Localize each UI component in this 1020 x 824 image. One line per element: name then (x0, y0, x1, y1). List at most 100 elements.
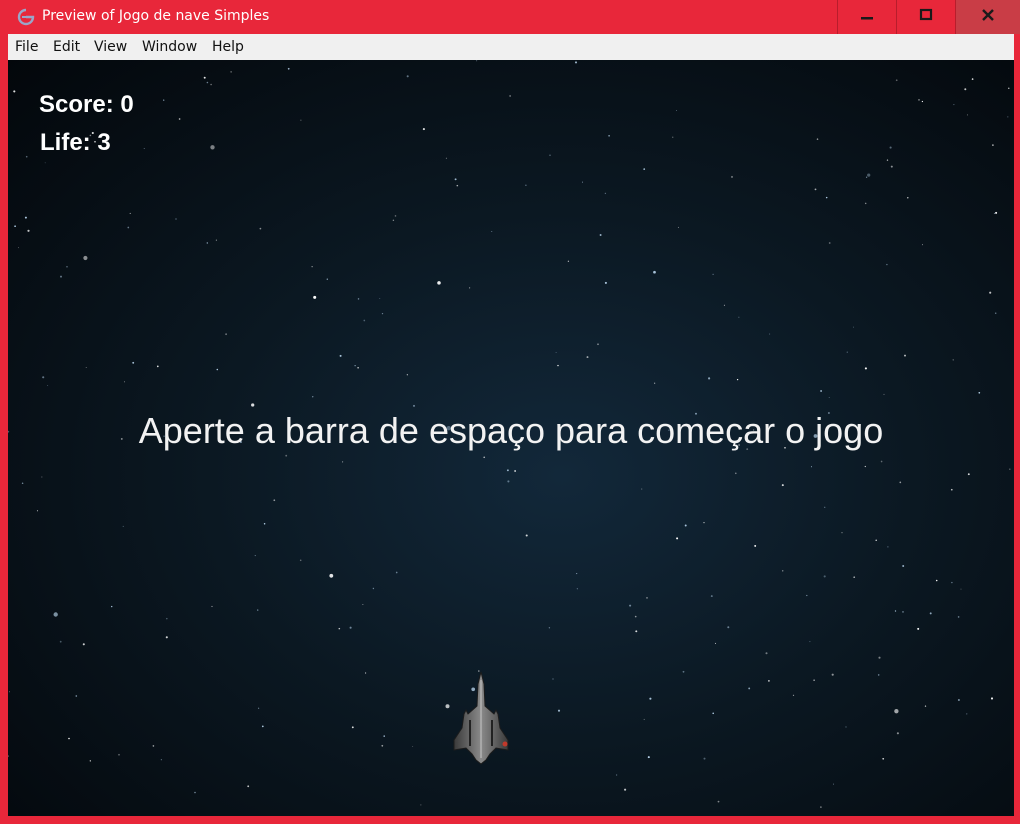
star (953, 104, 955, 106)
star (329, 573, 334, 578)
star (717, 800, 720, 803)
star (736, 378, 739, 381)
star (165, 636, 168, 639)
star (47, 385, 49, 386)
star (349, 626, 352, 629)
star (412, 746, 414, 748)
star (643, 168, 646, 170)
star (203, 76, 206, 79)
star (989, 291, 992, 294)
star (454, 178, 457, 181)
star (907, 197, 909, 199)
star (210, 83, 212, 86)
star (8, 755, 9, 757)
star (641, 488, 643, 490)
star (703, 521, 705, 524)
star (825, 196, 828, 199)
star (422, 128, 425, 131)
star (85, 367, 87, 368)
minimize-button[interactable] (837, 0, 895, 34)
star (647, 756, 650, 759)
star (525, 184, 527, 186)
maximize-button[interactable] (896, 0, 954, 34)
title-bar[interactable]: Preview of Jogo de nave Simples (0, 0, 1020, 34)
star (624, 788, 627, 791)
star (261, 725, 264, 728)
star (841, 532, 843, 534)
close-icon (981, 8, 995, 27)
star (339, 354, 342, 357)
star (507, 480, 510, 483)
star (163, 99, 165, 101)
star (723, 304, 725, 306)
star (406, 75, 409, 78)
star (765, 652, 768, 655)
star (392, 219, 395, 221)
menu-help[interactable]: Help (212, 39, 244, 55)
star (44, 162, 46, 164)
star (263, 523, 266, 525)
star (599, 234, 602, 236)
star (964, 88, 967, 91)
star (285, 454, 288, 457)
star (846, 351, 848, 353)
star (845, 726, 847, 728)
star (813, 679, 815, 681)
window-title: Preview of Jogo de nave Simples (42, 8, 270, 24)
star (287, 67, 290, 70)
star (300, 119, 302, 121)
star (853, 576, 856, 579)
star (782, 570, 784, 572)
star (921, 244, 923, 246)
star (730, 175, 734, 178)
star (576, 573, 578, 575)
star (924, 705, 927, 707)
star (995, 211, 998, 214)
star (27, 229, 30, 232)
star (111, 605, 113, 608)
star (491, 230, 493, 232)
star (990, 697, 994, 700)
star (273, 499, 276, 502)
star (831, 673, 834, 676)
star (646, 597, 648, 599)
star (677, 226, 679, 228)
star (251, 403, 255, 407)
star (828, 242, 831, 244)
player-spaceship (450, 670, 512, 766)
star (887, 546, 889, 548)
maximize-icon (919, 8, 933, 27)
menu-view[interactable]: View (94, 39, 127, 55)
star (769, 333, 771, 335)
menu-bar: File Edit View Window Help (8, 34, 1014, 60)
star (476, 60, 478, 62)
star (406, 374, 408, 376)
star (483, 456, 486, 459)
star (574, 61, 578, 64)
star (754, 544, 757, 547)
star (42, 376, 45, 379)
star (894, 610, 897, 612)
star (710, 595, 713, 598)
start-message: Aperte a barra de espaço para começar o … (138, 410, 884, 451)
star (557, 364, 559, 367)
menu-file[interactable]: File (15, 39, 38, 55)
star (768, 680, 770, 682)
star (576, 588, 578, 590)
menu-window[interactable]: Window (142, 39, 197, 55)
star (175, 218, 177, 220)
star (506, 469, 509, 472)
star (877, 674, 880, 676)
star (132, 361, 135, 364)
star (514, 470, 516, 472)
close-button[interactable] (955, 0, 1020, 34)
star (712, 273, 714, 276)
game-canvas[interactable]: Score: 0 Life: 3 Aperte a barra de espaç… (8, 60, 1014, 816)
star (127, 226, 130, 229)
star (890, 165, 893, 168)
star (895, 79, 898, 82)
star (311, 266, 313, 268)
star (178, 118, 181, 120)
star (960, 588, 962, 590)
menu-edit[interactable]: Edit (53, 39, 80, 55)
